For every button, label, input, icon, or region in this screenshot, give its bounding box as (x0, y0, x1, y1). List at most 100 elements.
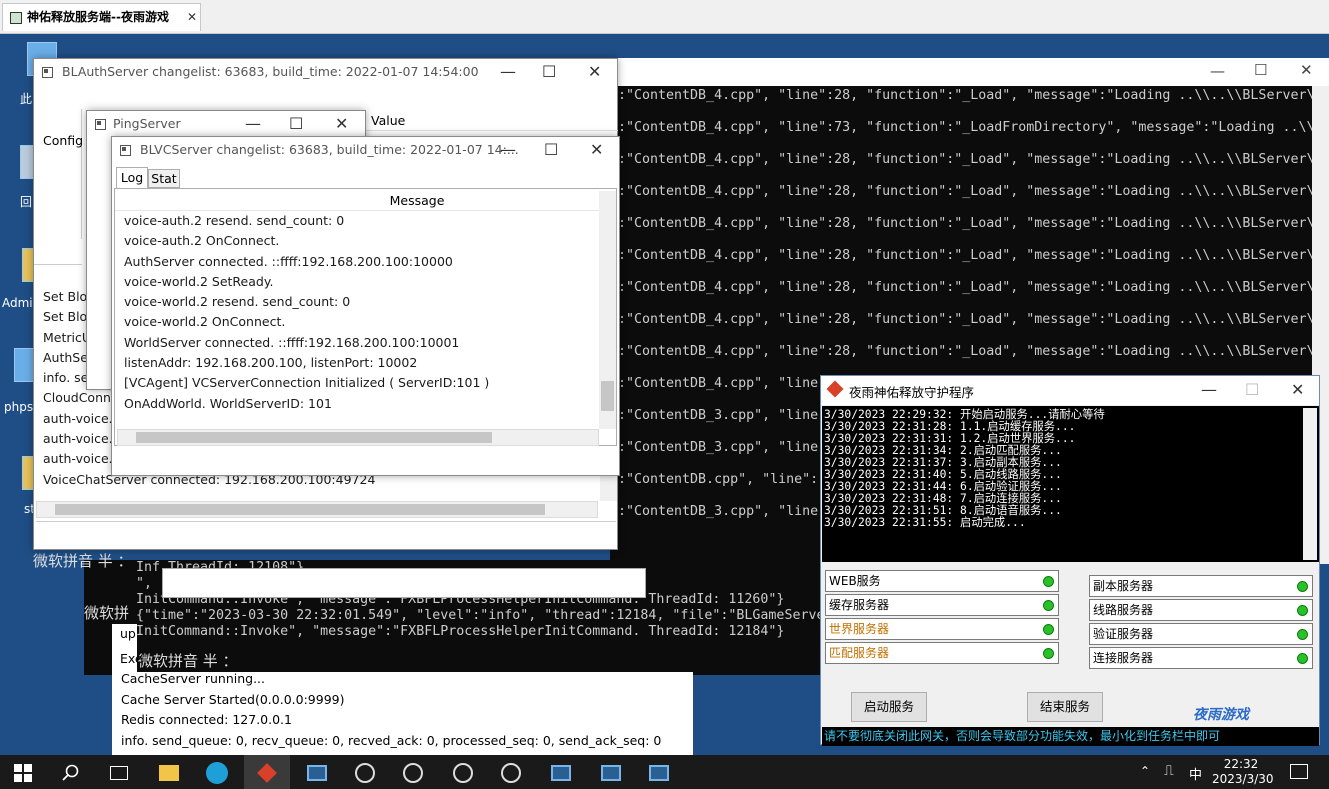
cache-log-line: Cache Server Started(0.0.0.0:9999) (121, 691, 345, 707)
console-line: InitCommand::Invoke", "message":"FXBFLPr… (136, 624, 785, 639)
close-icon[interactable]: ✕ (335, 111, 348, 137)
window-title: BLVCServer changelist: 63683, build_time… (140, 142, 519, 157)
vc-log-line: WorldServer connected. ::ffff:192.168.20… (124, 334, 460, 350)
minimize-icon[interactable]: — (1210, 62, 1225, 80)
app-icon (826, 380, 844, 398)
start-service-button[interactable]: 启动服务 (851, 692, 927, 722)
maximize-icon[interactable]: ☐ (544, 137, 558, 163)
close-icon[interactable]: ✕ (588, 59, 601, 85)
edge-icon[interactable] (194, 755, 240, 789)
config-label: Config (43, 133, 84, 148)
close-icon[interactable]: ✕ (590, 137, 603, 163)
cache-log: CacheServer running... Cache Server Start… (121, 672, 661, 762)
close-icon[interactable]: ✕ (1300, 61, 1313, 79)
guardian-taskbar-icon[interactable] (244, 755, 290, 789)
yeyu-logo: 夜雨游戏 (1193, 707, 1249, 723)
status-indicator-icon (1043, 600, 1054, 611)
divider (34, 264, 82, 265)
status-indicator-icon (1297, 629, 1308, 640)
clock[interactable]: 22:32 2023/3/30 (1212, 757, 1274, 787)
service-name: 线路服务器 (1093, 603, 1154, 617)
minimize-icon[interactable]: — (1201, 380, 1217, 399)
vc-log-line: AuthServer connected. ::ffff:192.168.200… (124, 253, 453, 269)
console-line: :"ContentDB_4.cpp", "line":28, "function… (618, 184, 1315, 199)
window-icon (42, 67, 53, 78)
vertical-scrollbar[interactable] (599, 191, 616, 429)
close-icon[interactable]: ✕ (1291, 380, 1304, 399)
right-service-list: 副本服务器 线路服务器 验证服务器 连接服务器 (1089, 575, 1313, 671)
service-name: 世界服务器 (829, 622, 890, 636)
unreal-engine-icon[interactable] (342, 755, 388, 789)
desktop-label: Admi (2, 296, 33, 310)
desktop-label: 此 (20, 92, 33, 106)
window-title: PingServer (113, 116, 181, 131)
minimize-icon[interactable]: — (500, 59, 516, 85)
vc-log-line: voice-auth.2 OnConnect. (124, 233, 280, 249)
console-app-icon[interactable] (294, 755, 340, 789)
window-title: BLAuthServer changelist: 63683, build_ti… (62, 64, 479, 79)
vc-log-line: voice-world.2 SetReady. (124, 273, 274, 289)
chevron-up-icon[interactable]: ⌃ (1140, 764, 1150, 778)
service-status-row: 匹配服务器 (825, 642, 1059, 664)
window-title-bar: BLVCServer changelist: 63683, build_time… (112, 137, 619, 165)
ime-indicator: 微软拼 (84, 604, 130, 622)
unreal-engine-icon[interactable] (440, 755, 486, 789)
horizontal-scrollbar[interactable] (117, 429, 599, 446)
guardian-window[interactable]: 夜雨神佑释放守护程序 — ☐ ✕ 3/30/2023 22:29:32: 开始启… (820, 375, 1320, 746)
service-status-row: 副本服务器 (1089, 575, 1313, 597)
minimize-icon[interactable]: — (500, 137, 516, 163)
network-icon[interactable]: ⎍ (1164, 763, 1174, 779)
console-line: :"ContentDB_4.cpp", "line":73, "function… (618, 120, 1315, 135)
service-name: 连接服务器 (1093, 651, 1154, 665)
ime-indicator: 微软拼音 半 ： (33, 552, 133, 570)
divider (36, 521, 616, 522)
horizontal-scrollbar[interactable] (36, 501, 598, 518)
status-indicator-icon (1043, 624, 1054, 635)
guardian-notice: 请不要彻底关闭此网关，否则会导致部分功能失效，最小化到任务栏中即可 (822, 727, 1319, 746)
tab-close-icon[interactable]: ✕ (187, 4, 197, 31)
minimize-icon[interactable]: — (245, 111, 261, 137)
clock-time: 22:32 (1223, 757, 1259, 771)
maximize-icon[interactable]: ☐ (289, 111, 303, 137)
vc-server-window[interactable]: BLVCServer changelist: 63683, build_time… (111, 136, 620, 476)
console-line: :"ContentDB_4.cpp", "line":28, "function… (618, 152, 1315, 167)
file-explorer-icon[interactable] (146, 755, 192, 789)
tab-stat[interactable]: Stat (148, 169, 180, 188)
service-status-row: 世界服务器 (825, 618, 1059, 640)
service-name: WEB服务 (829, 574, 881, 588)
console-line: :"ContentDB_4.cpp", "line":28, "function… (618, 88, 1315, 103)
maximize-icon[interactable]: ☐ (542, 59, 556, 85)
maximize-icon[interactable]: ☐ (1254, 61, 1267, 79)
tab-log[interactable]: Log (116, 167, 148, 188)
service-name: 匹配服务器 (829, 646, 890, 660)
console-line: :"ContentDB_4.cpp", "line":28, "function… (618, 344, 1315, 359)
unreal-engine-icon[interactable] (390, 755, 436, 789)
unreal-engine-icon[interactable] (488, 755, 534, 789)
start-button[interactable] (0, 755, 46, 789)
console-app-icon[interactable] (588, 755, 634, 789)
value-column-header[interactable]: Value (366, 111, 618, 131)
console-app-icon[interactable] (538, 755, 584, 789)
message-column-header[interactable]: Message (115, 191, 599, 211)
desktop-label: 回 (20, 195, 33, 209)
game-console-window[interactable]: Inf ThreadId: 12108"}", "mes{"t 0, "file… (84, 560, 824, 675)
vertical-scrollbar[interactable] (1303, 408, 1317, 560)
app-tab[interactable]: 神佑释放服务端--夜雨游戏 ✕ (2, 3, 201, 31)
ime-mode[interactable]: 中 (1189, 764, 1202, 783)
windows-icon (14, 763, 32, 782)
console-app-icon[interactable] (636, 755, 682, 789)
status-indicator-icon (1297, 581, 1308, 592)
scroll-thumb[interactable] (136, 432, 492, 443)
notification-icon[interactable] (1290, 764, 1308, 779)
scroll-thumb[interactable] (601, 381, 614, 411)
guardian-log-line: 3/30/2023 22:31:55: 启动完成... (824, 516, 1026, 529)
console-line: {"time":"2023-03-30 22:32:01.549", "leve… (136, 608, 824, 623)
stop-service-button[interactable]: 结束服务 (1027, 692, 1103, 722)
log-list[interactable]: Message voice-auth.2 resend. send_count:… (114, 188, 617, 446)
search-icon[interactable] (48, 755, 94, 789)
cache-server-window[interactable]: CacheServer running... Cache Server Start… (112, 672, 693, 762)
console-line: :"ContentDB_4.cpp", "line":28, "function… (618, 280, 1315, 295)
task-view-icon[interactable] (96, 755, 142, 789)
scroll-thumb[interactable] (55, 504, 545, 515)
window-icon (120, 145, 131, 156)
